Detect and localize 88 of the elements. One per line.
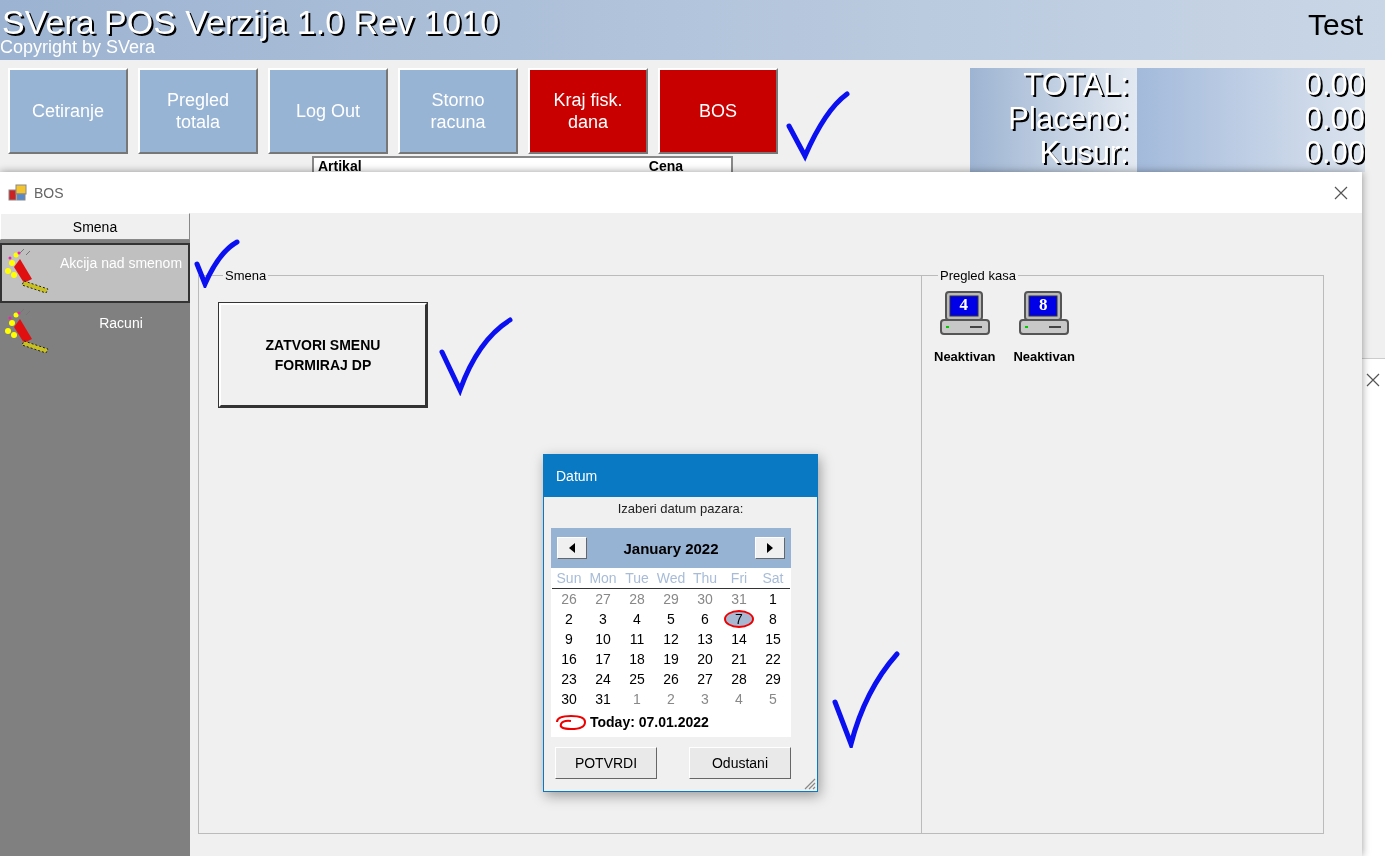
group-title: Pregled kasa — [939, 268, 1017, 283]
calendar-day[interactable]: 16 — [554, 650, 584, 668]
user-name: Test — [1307, 8, 1363, 42]
close-icon[interactable] — [1366, 373, 1380, 387]
calendar-day[interactable]: 17 — [588, 650, 618, 668]
calendar-day[interactable]: 19 — [656, 650, 686, 668]
register-status: Neaktivan — [934, 349, 996, 364]
resize-grip-icon — [802, 776, 816, 790]
calendar-day[interactable]: 29 — [656, 590, 686, 608]
calendar-day[interactable]: 24 — [588, 670, 618, 688]
calendar-day[interactable]: 1 — [622, 690, 652, 708]
dialog-button[interactable]: Odustani — [689, 747, 791, 779]
month-title: January 2022 — [623, 539, 719, 557]
previous-month-button[interactable] — [557, 537, 587, 559]
calendar-day[interactable]: 18 — [622, 650, 652, 668]
calendar-day[interactable]: 27 — [588, 590, 618, 608]
calendar-day[interactable]: 20 — [690, 650, 720, 668]
column-header: Cena — [648, 158, 683, 176]
copyright-text: Copyright by SVera — [0, 38, 156, 56]
calendar-day[interactable]: 2 — [656, 690, 686, 708]
dialog-button[interactable]: POTVRDI — [555, 747, 657, 779]
calendar-day[interactable]: 4 — [622, 610, 652, 628]
today-label: Today: 07.01.2022 — [590, 714, 709, 730]
calendar-day[interactable]: 28 — [724, 670, 754, 688]
calendar-day[interactable]: 7 — [724, 610, 754, 628]
calendar-day[interactable]: 23 — [554, 670, 584, 688]
calendar-day[interactable]: 29 — [758, 670, 788, 688]
register-number: 8 — [1037, 295, 1049, 315]
calendar-day[interactable]: 30 — [690, 590, 720, 608]
calendar-day[interactable]: 11 — [622, 630, 652, 648]
next-month-button[interactable] — [755, 537, 785, 559]
calendar-day[interactable]: 27 — [690, 670, 720, 688]
window-title: BOS — [34, 184, 64, 201]
calendar-day[interactable]: 31 — [724, 590, 754, 608]
weekday-label: Thu — [688, 568, 722, 589]
calendar-day[interactable]: 10 — [588, 630, 618, 648]
calendar-day[interactable]: 9 — [554, 630, 584, 648]
weekday-label: Sat — [756, 568, 790, 589]
calendar-day[interactable]: 31 — [588, 690, 618, 708]
calendar-day[interactable]: 12 — [656, 630, 686, 648]
total-value: 0.00 — [1303, 68, 1365, 102]
sidebar-header: Smena — [0, 213, 190, 240]
calendar-day[interactable]: 6 — [690, 610, 720, 628]
calendar-day[interactable]: 22 — [758, 650, 788, 668]
group-title: Smena — [224, 268, 268, 283]
dialog-title: Datum — [544, 455, 817, 497]
prompt-text: Izaberi datum pazara: — [616, 501, 745, 516]
total-value: 0.00 — [1303, 136, 1365, 170]
calendar-day[interactable]: 1 — [758, 590, 788, 608]
toolbar-button[interactable]: Kraj fisk. dana — [528, 68, 648, 154]
right-arrow-icon — [767, 543, 773, 553]
weekday-label: Fri — [722, 568, 756, 589]
calendar-day[interactable]: 5 — [758, 690, 788, 708]
column-header: Artikal — [318, 158, 362, 176]
total-label: Kusur: — [1038, 136, 1129, 170]
weekday-label: Tue — [620, 568, 654, 589]
calendar-day[interactable]: 3 — [588, 610, 618, 628]
weekday-label: Sun — [552, 568, 586, 589]
total-label: Placeno: — [1007, 102, 1129, 136]
register-status: Neaktivan — [1013, 349, 1075, 364]
calendar-day[interactable]: 14 — [724, 630, 754, 648]
calendar-day[interactable]: 3 — [690, 690, 720, 708]
calendar-day[interactable]: 13 — [690, 630, 720, 648]
calendar-day[interactable]: 25 — [622, 670, 652, 688]
calendar-day[interactable]: 5 — [656, 610, 686, 628]
weekday-label: Mon — [586, 568, 620, 589]
firecracker-icon — [4, 309, 50, 353]
firecracker-icon — [4, 249, 50, 293]
calendar-day[interactable]: 2 — [554, 610, 584, 628]
calendar-day[interactable]: 26 — [554, 590, 584, 608]
total-value: 0.00 — [1303, 102, 1365, 136]
calendar-day[interactable]: 21 — [724, 650, 754, 668]
calendar-day[interactable]: 8 — [758, 610, 788, 628]
calendar-day[interactable]: 28 — [622, 590, 652, 608]
register-number: 4 — [958, 295, 969, 315]
calendar-day[interactable]: 4 — [724, 690, 754, 708]
calendar-day[interactable]: 26 — [656, 670, 686, 688]
left-arrow-icon — [569, 543, 575, 553]
close-icon[interactable] — [1334, 185, 1348, 200]
total-label: TOTAL: — [1022, 68, 1129, 102]
sidebar-item[interactable]: Racuni — [0, 303, 190, 363]
close-shift-button[interactable]: ZATVORI SMENU FORMIRAJ DP — [219, 303, 427, 407]
check-mark-drawing — [785, 90, 851, 162]
weekday-label: Wed — [654, 568, 688, 589]
toolbar-button[interactable]: BOS — [658, 68, 778, 154]
app-icon — [8, 183, 28, 202]
calendar-day[interactable]: 15 — [758, 630, 788, 648]
calendar-day[interactable]: 30 — [554, 690, 584, 708]
